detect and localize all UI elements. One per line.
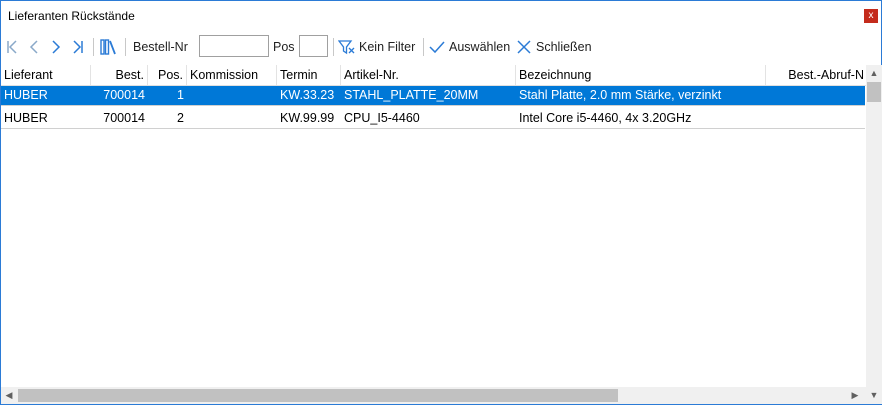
last-record-button[interactable] (71, 34, 85, 60)
column-header-best[interactable]: Best. (91, 65, 148, 85)
scroll-corner: ▼ (866, 387, 882, 404)
last-icon (73, 40, 83, 54)
cell-best: 700014 (103, 111, 145, 125)
backlog-grid: Lieferant Best. Pos. Kommission Termin A… (1, 65, 867, 387)
title-bar: Lieferanten Rückstände x (1, 1, 881, 31)
table-row[interactable]: HUBER 700014 2 KW.99.99 CPU_I5-4460 Inte… (1, 109, 865, 129)
window-title: Lieferanten Rückstände (8, 9, 135, 23)
first-icon (7, 40, 17, 54)
select-button[interactable]: Auswählen (428, 34, 510, 60)
close-label: Schließen (536, 40, 592, 54)
scroll-down-icon[interactable]: ▼ (866, 387, 882, 404)
pos-label: Pos (273, 40, 295, 54)
cell-termin: KW.33.23 (280, 88, 335, 102)
scroll-up-icon[interactable]: ▲ (866, 65, 882, 82)
cell-kommission (187, 109, 277, 128)
scroll-right-icon[interactable]: ▶ (847, 387, 863, 404)
toolbar-separator (423, 38, 424, 56)
cell-abruf (766, 109, 865, 128)
vertical-scrollbar[interactable]: ▲ (866, 65, 882, 387)
cell-lieferant: HUBER (4, 111, 48, 125)
column-header-pos[interactable]: Pos. (148, 65, 187, 85)
grid-header: Lieferant Best. Pos. Kommission Termin A… (1, 65, 867, 86)
toolbar-separator (125, 38, 126, 56)
toolbar-separator (93, 38, 94, 56)
no-filter-label: Kein Filter (359, 40, 416, 54)
column-header-artikel[interactable]: Artikel-Nr. (341, 65, 516, 85)
cell-termin: KW.99.99 (280, 111, 335, 125)
next-record-button[interactable] (50, 34, 62, 60)
horizontal-scroll-thumb[interactable] (18, 389, 618, 402)
select-label: Auswählen (449, 40, 511, 54)
toolbar: Bestell-Nr Pos Kein Filter Auswählen Sch… (1, 34, 881, 60)
cell-artikel: STAHL_PLATTE_20MM (344, 88, 479, 102)
filter-off-icon (338, 40, 355, 55)
close-window-button[interactable]: x (864, 9, 878, 23)
books-icon (100, 39, 116, 55)
cell-best: 700014 (103, 88, 145, 102)
horizontal-scrollbar[interactable]: ◀ ▶ (1, 387, 866, 404)
close-button[interactable]: Schließen (516, 34, 592, 60)
books-button[interactable] (99, 34, 119, 60)
column-header-termin[interactable]: Termin (277, 65, 341, 85)
first-record-button[interactable] (5, 34, 19, 60)
order-number-input[interactable] (199, 35, 269, 57)
prev-icon (29, 40, 38, 54)
cell-artikel: CPU_I5-4460 (344, 111, 420, 125)
prev-record-button[interactable] (28, 34, 40, 60)
cell-kommission (187, 86, 277, 105)
vertical-scroll-thumb[interactable] (867, 82, 881, 102)
cell-pos: 2 (177, 111, 184, 125)
cell-bezeichnung: Intel Core i5-4460, 4x 3.20GHz (519, 111, 692, 125)
cell-bezeichnung: Stahl Platte, 2.0 mm Stärke, verzinkt (519, 88, 722, 102)
column-header-kommission[interactable]: Kommission (187, 65, 277, 85)
dialog-window: Lieferanten Rückstände x Bestell-Nr Pos (0, 0, 882, 405)
order-number-label: Bestell-Nr (133, 40, 188, 54)
no-filter-button[interactable]: Kein Filter (338, 34, 415, 60)
column-header-abruf[interactable]: Best.-Abruf-N (766, 65, 867, 85)
check-icon (429, 41, 445, 54)
x-icon (517, 40, 531, 54)
cell-lieferant: HUBER (4, 88, 48, 102)
order-number-label-wrap: Bestell-Nr (133, 34, 188, 60)
pos-label-wrap: Pos (273, 34, 295, 60)
table-row[interactable]: HUBER 700014 1 KW.33.23 STAHL_PLATTE_20M… (1, 86, 865, 106)
column-header-bezeichnung[interactable]: Bezeichnung (516, 65, 766, 85)
column-header-lieferant[interactable]: Lieferant (1, 65, 91, 85)
toolbar-separator (333, 38, 334, 56)
pos-input[interactable] (299, 35, 328, 57)
next-icon (52, 40, 61, 54)
cell-pos: 1 (177, 88, 184, 102)
scroll-left-icon[interactable]: ◀ (1, 387, 17, 404)
cell-abruf (766, 86, 865, 105)
